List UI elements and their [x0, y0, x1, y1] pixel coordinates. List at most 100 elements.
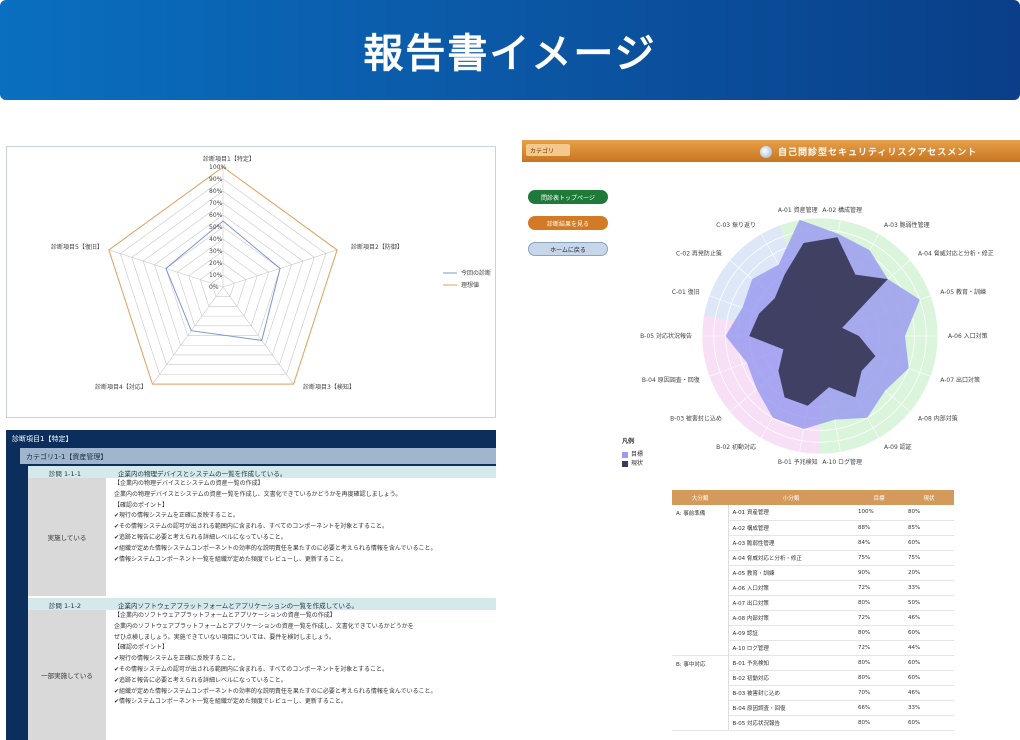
detail-line: ✔追跡と報告に必要と考えられる詳細レベルになっていること。 — [114, 676, 287, 684]
axis-label: A-01 資産管理 — [778, 206, 818, 214]
subcategory-cell: A-06 入口対策 — [728, 580, 854, 596]
report-body: 診問 1-1-1 企業内の物理デバイスとシステムの一覧を作成している。 実施して… — [28, 466, 496, 740]
tick-label: 90% — [209, 176, 223, 183]
target-cell: 80% — [854, 595, 904, 611]
target-cell: 90% — [854, 565, 904, 581]
target-cell: 88% — [854, 520, 904, 536]
subcategory-cell: A-02 構成管理 — [728, 520, 854, 536]
assessment-app-screen: カテゴリ 自己問診型セキュリティリスクアセスメント 問診表トップページ 診断結果… — [522, 140, 1020, 740]
subcategory-cell: A-05 教育・訓練 — [728, 565, 854, 581]
detail-line: 【確認のポイント】 — [114, 644, 169, 652]
current-cell: 46% — [904, 685, 954, 701]
current-cell: 60% — [904, 655, 954, 671]
current-cell: 60% — [904, 535, 954, 551]
detail-line: ✔追跡と報告に必要と考えられる詳細レベルになっていること。 — [114, 533, 287, 541]
item-detail-text: 【企業内のソフトウェアプラットフォームとアプリケーションの資産一覧の作成】 企業… — [114, 611, 490, 708]
subcategory-cell: A-01 資産管理 — [728, 505, 854, 521]
current-cell: 33% — [904, 580, 954, 596]
target-cell: 72% — [854, 610, 904, 626]
radar-chart-panel: 100% 90% 80% 70% 60% 50% 40% 30% 20% 10% 0% 診断項目1【特… — [6, 146, 496, 418]
axis-label: 診断項目1【特定】 — [203, 155, 255, 163]
status-cell: 一部実施している — [28, 610, 106, 740]
detail-line: ぜひ点検しましょう。実施できていない項目については、要件を検討しましょう。 — [114, 633, 335, 641]
current-cell: 20% — [904, 565, 954, 581]
tick-label: 50% — [209, 224, 223, 231]
axis-label: 診断項目3【検知】 — [303, 383, 355, 391]
report-table: 診断項目1【特定】 カテゴリ1-1【資産管理】 診問 1-1-1 企業内の物理デ… — [6, 430, 496, 740]
axis-label: A-10 ログ管理 — [822, 458, 862, 466]
target-cell: 70% — [854, 685, 904, 701]
axis-label: A-05 教育・訓練 — [940, 288, 986, 296]
subcategory-cell: A-10 ログ管理 — [728, 640, 854, 656]
item-row: 診問 1-1-2 企業内ソフトウェアプラットフォームとアプリケーションの一覧を作… — [28, 598, 496, 610]
pentagon-radar-chart: 100% 90% 80% 70% 60% 50% 40% 30% 20% 10% 0% 診断項目1【特… — [51, 155, 491, 391]
status-cell: 実施している — [28, 478, 106, 596]
group-cell: B: 事中対応 — [672, 655, 729, 731]
app-title: 自己問診型セキュリティリスクアセスメント — [778, 148, 978, 158]
current-cell: 80% — [904, 505, 954, 521]
legend-item-current: 現状 — [622, 458, 666, 467]
tick-label: 20% — [209, 260, 223, 267]
axis-label: A-07 出口対策 — [940, 376, 980, 384]
legend-item-target: 目標 — [622, 449, 666, 458]
target-cell: 66% — [854, 700, 904, 716]
table-row: B: 事中対応 B-01 予兆検知 80% 60% — [672, 655, 954, 731]
target-cell: 84% — [854, 535, 904, 551]
target-cell: 80% — [854, 715, 904, 731]
subcategory-cell: B-05 対応状況報告 — [728, 715, 854, 731]
axis-label: B-02 初動対応 — [716, 443, 756, 451]
tick-label: 100% — [209, 164, 226, 171]
subcategory-cell: A-09 認証 — [728, 625, 854, 641]
tick-label: 80% — [209, 188, 223, 195]
subcategory-cell: B-02 初動対応 — [728, 670, 854, 686]
subcategory-cell: B-01 予兆検知 — [728, 655, 854, 671]
header-cell: 小分類 — [728, 490, 854, 505]
globe-icon — [760, 146, 772, 158]
current-cell: 50% — [904, 595, 954, 611]
subcategory-cell: A-07 出口対策 — [728, 595, 854, 611]
tick-label: 30% — [209, 248, 223, 255]
current-cell: 44% — [904, 640, 954, 656]
assessment-radar-chart: A-01 資産管理 A-02 構成管理 A-03 脆弱性管理 A-04 脅威対応と分析… — [640, 206, 994, 466]
current-cell: 60% — [904, 625, 954, 641]
app-title-bar: カテゴリ 自己問診型セキュリティリスクアセスメント — [522, 140, 1020, 162]
current-cell: 75% — [904, 550, 954, 566]
axis-label: C-02 再発防止策 — [676, 250, 722, 258]
item-row: 診問 1-1-1 企業内の物理デバイスとシステムの一覧を作成している。 — [28, 466, 496, 478]
detail-line: ✔現行の情報システムを正確に反映すること。 — [114, 655, 239, 663]
legend-label: 理想値 — [461, 281, 479, 289]
detail-line: ✔情報システムコンポーネント一覧を組織が定めた頻度でレビューし、更新すること。 — [114, 698, 347, 706]
axis-label: A-02 構成管理 — [822, 206, 862, 214]
axis-label: C-03 振り返り — [716, 221, 756, 229]
detail-line: 【確認のポイント】 — [114, 501, 169, 509]
detail-line: ✔組織が定めた情報システムコンポーネントの効率的な説明責任を果たすのに必要と考え… — [114, 687, 437, 695]
tick-label: 0% — [209, 284, 219, 291]
axis-label: B-04 原因調査・回復 — [642, 376, 700, 384]
subcategory-cell: A-08 内部対策 — [728, 610, 854, 626]
item-title: 企業内ソフトウェアプラットフォームとアプリケーションの一覧を作成している。 — [118, 602, 358, 610]
category-tab[interactable]: カテゴリ — [526, 144, 570, 156]
current-cell: 46% — [904, 610, 954, 626]
table-row: A: 事前準備 A-01 資産管理 100% 80% — [672, 505, 954, 656]
header-cell: 大分類 — [672, 490, 728, 505]
target-cell: 80% — [854, 670, 904, 686]
header-cell: 現状 — [904, 490, 954, 505]
target-cell: 80% — [854, 625, 904, 641]
item-id: 診問 1-1-2 — [48, 602, 82, 610]
score-table: 大分類 小分類 目標 現状 A: 事前準備 A-01 資産管理 100% 80% A-0… — [672, 490, 954, 731]
subcategory-cell: B-03 被害封じ込め — [728, 685, 854, 701]
current-cell: 60% — [904, 670, 954, 686]
current-cell: 85% — [904, 520, 954, 536]
item-id: 診問 1-1-1 — [48, 470, 82, 478]
tick-label: 60% — [209, 212, 223, 219]
axis-label: A-09 認証 — [884, 443, 912, 451]
axis-label: A-04 脅威対応と分析・修正 — [918, 250, 994, 258]
axis-label: A-03 脆弱性管理 — [884, 221, 930, 229]
axis-label: A-08 内部対策 — [918, 414, 958, 422]
tick-label: 70% — [209, 200, 223, 207]
target-cell: 75% — [854, 550, 904, 566]
subcategory-cell: B-04 原因調査・回復 — [728, 700, 854, 716]
axis-label: 診断項目4【対応】 — [95, 383, 147, 391]
current-cell: 60% — [904, 715, 954, 731]
axis-label: C-01 復旧 — [672, 288, 700, 296]
